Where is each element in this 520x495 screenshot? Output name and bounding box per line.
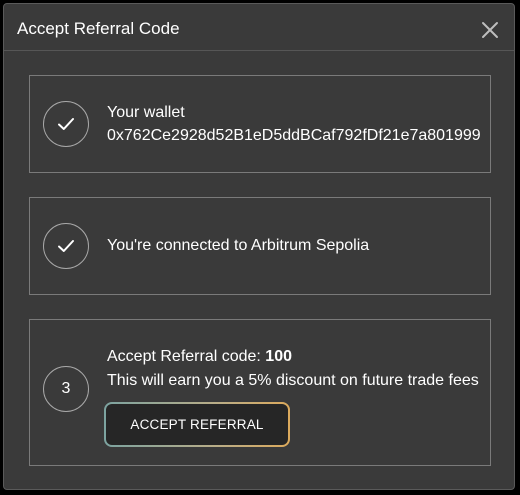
network-status-text: You're connected to Arbitrum Sepolia (107, 237, 370, 254)
wallet-address: 0x762Ce2928d52B1eD5ddBCaf792fDf21e7a8019… (107, 127, 481, 144)
step-card-accept: 3 Accept Referral code: 100 This will ea… (29, 319, 491, 466)
accept-referral-button[interactable]: ACCEPT REFERRAL (104, 402, 290, 447)
dialog-title: Accept Referral Code (17, 19, 180, 38)
step-status-circle (43, 223, 89, 269)
step-status-circle (43, 101, 89, 147)
discount-description: This will earn you a 5% discount on futu… (107, 372, 479, 389)
referral-code-value: 100 (265, 348, 292, 365)
step-card-wallet: Your wallet 0x762Ce2928d52B1eD5ddBCaf792… (29, 75, 491, 173)
step-card-network: You're connected to Arbitrum Sepolia (29, 197, 491, 295)
wallet-label: Your wallet (107, 104, 185, 121)
step-number: 3 (61, 380, 71, 397)
checkmark-icon (58, 240, 74, 252)
accept-referral-button-label: ACCEPT REFERRAL (106, 404, 288, 445)
close-icon[interactable] (481, 21, 499, 39)
referral-dialog: Accept Referral Code Your wallet 0x762Ce… (3, 3, 515, 490)
referral-code-label: Accept Referral code: (107, 348, 266, 365)
step-number-circle: 3 (43, 366, 89, 412)
checkmark-icon (58, 118, 74, 130)
referral-code-line: Accept Referral code: 100 (107, 347, 292, 366)
dialog-header: Accept Referral Code (4, 4, 514, 51)
